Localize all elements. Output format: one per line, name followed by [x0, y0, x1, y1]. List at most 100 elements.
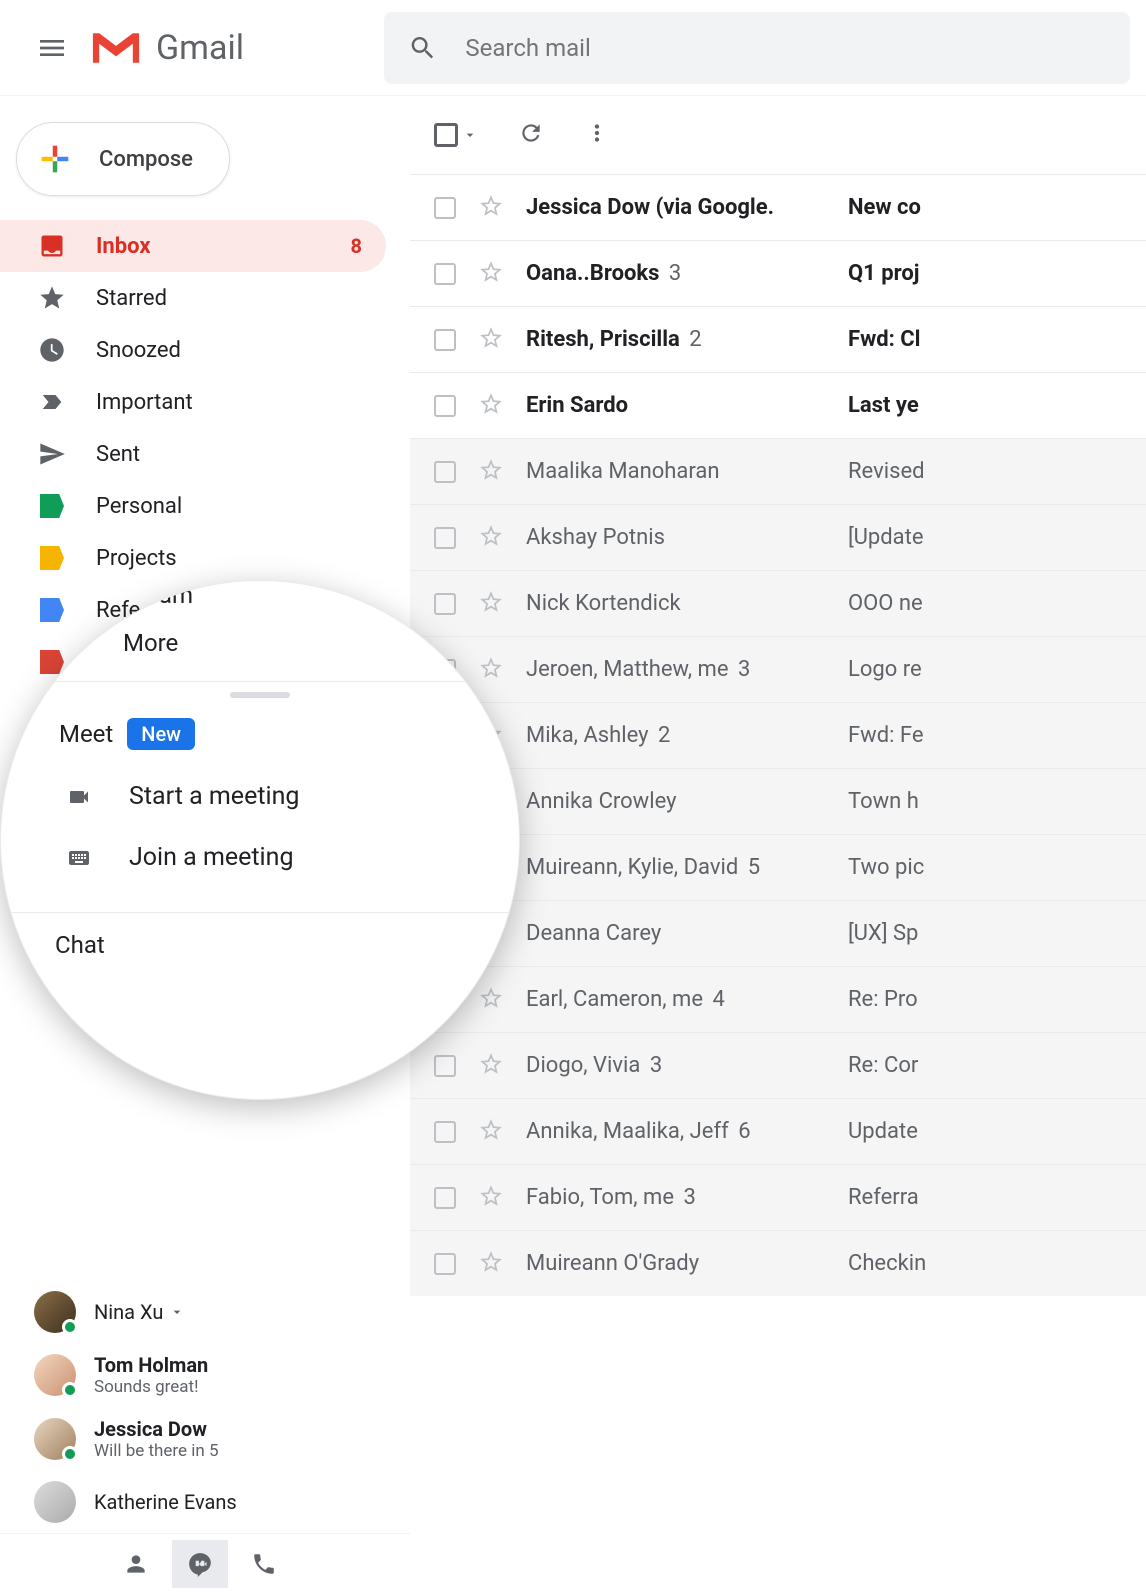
- email-row[interactable]: Fabio, Tom, me 3 Referra: [410, 1164, 1146, 1230]
- more-button[interactable]: [584, 120, 610, 150]
- footer-tabs: [0, 1533, 410, 1593]
- refresh-icon: [518, 120, 544, 146]
- email-checkbox[interactable]: [434, 1121, 456, 1143]
- star-button[interactable]: [478, 1051, 504, 1081]
- gmail-logo[interactable]: Gmail: [88, 27, 244, 69]
- clock-icon: [38, 336, 66, 364]
- email-row[interactable]: Akshay Potnis [Update: [410, 504, 1146, 570]
- email-sender: Nick Kortendick: [526, 591, 826, 616]
- magnified-overlay: Team More Meet New Start a meeting Join …: [0, 580, 520, 1100]
- sidebar-item-inbox[interactable]: Inbox 8: [0, 220, 386, 272]
- email-sender: Akshay Potnis: [526, 525, 826, 550]
- search-bar[interactable]: [384, 12, 1130, 84]
- email-sender: Muireann O'Grady: [526, 1251, 826, 1276]
- star-button[interactable]: [478, 985, 504, 1015]
- sidebar-item-important[interactable]: Important: [0, 376, 386, 428]
- email-row[interactable]: Jeroen, Matthew, me 3 Logo re: [410, 636, 1146, 702]
- sidebar-item-starred[interactable]: Starred: [0, 272, 386, 324]
- sidebar-item-sent[interactable]: Sent: [0, 428, 386, 480]
- email-sender: Earl, Cameron, me 4: [526, 987, 826, 1012]
- email-list: Jessica Dow (via Google. New co Oana..Br…: [410, 174, 1146, 1296]
- star-button[interactable]: [478, 457, 504, 487]
- email-sender: Mika, Ashley 2: [526, 723, 826, 748]
- chat-contact-row[interactable]: Jessica Dow Will be there in 5: [0, 1407, 410, 1471]
- start-meeting-button[interactable]: Start a meeting: [1, 766, 519, 827]
- email-checkbox[interactable]: [434, 1055, 456, 1077]
- main-menu-button[interactable]: [28, 24, 76, 72]
- chat-contact-row[interactable]: Tom Holman Sounds great!: [0, 1343, 410, 1407]
- email-sender: Maalika Manoharan: [526, 459, 826, 484]
- star-button[interactable]: [478, 259, 504, 289]
- email-subject: Town h: [848, 789, 919, 814]
- email-checkbox[interactable]: [434, 197, 456, 219]
- contacts-tab[interactable]: [108, 1540, 164, 1588]
- chat-contact-name: Tom Holman: [94, 1353, 208, 1377]
- star-button[interactable]: [478, 589, 504, 619]
- email-checkbox[interactable]: [434, 593, 456, 615]
- email-row[interactable]: Oana..Brooks 3 Q1 proj: [410, 240, 1146, 306]
- email-row[interactable]: Diogo, Vivia 3 Re: Cor: [410, 1032, 1146, 1098]
- presence-indicator: [62, 1319, 78, 1335]
- email-row[interactable]: Muireann, Kylie, David 5 Two pic: [410, 834, 1146, 900]
- email-row[interactable]: Erin Sardo Last ye: [410, 372, 1146, 438]
- email-subject: Q1 proj: [848, 261, 920, 286]
- email-subject: Logo re: [848, 657, 922, 682]
- keyboard-icon: [63, 846, 95, 870]
- email-checkbox[interactable]: [434, 329, 456, 351]
- star-outline-icon: [478, 1249, 504, 1275]
- inbox-icon: [38, 232, 66, 260]
- email-checkbox[interactable]: [434, 263, 456, 285]
- email-row[interactable]: Mika, Ashley 2 Fwd: Fe: [410, 702, 1146, 768]
- star-button[interactable]: [478, 655, 504, 685]
- star-button[interactable]: [478, 523, 504, 553]
- label-icon: [38, 492, 66, 520]
- email-checkbox[interactable]: [434, 461, 456, 483]
- chat-contact-row[interactable]: Katherine Evans: [0, 1471, 410, 1533]
- drag-handle[interactable]: [230, 692, 290, 698]
- search-icon: [408, 32, 437, 64]
- star-button[interactable]: [478, 1183, 504, 1213]
- email-checkbox[interactable]: [434, 1187, 456, 1209]
- hangouts-tab[interactable]: [172, 1540, 228, 1588]
- star-button[interactable]: [478, 1117, 504, 1147]
- email-checkbox[interactable]: [434, 1253, 456, 1275]
- refresh-button[interactable]: [518, 120, 544, 150]
- chat-self-row[interactable]: Nina Xu: [0, 1281, 410, 1343]
- email-checkbox[interactable]: [434, 527, 456, 549]
- email-row[interactable]: Annika Crowley Town h: [410, 768, 1146, 834]
- meet-title: Meet: [59, 720, 113, 748]
- email-row[interactable]: Jessica Dow (via Google. New co: [410, 174, 1146, 240]
- email-sender: Fabio, Tom, me 3: [526, 1185, 826, 1210]
- sidebar-item-projects[interactable]: Projects: [0, 532, 386, 584]
- email-subject: Revised: [848, 459, 925, 484]
- nav-label: Sent: [96, 442, 362, 467]
- search-input[interactable]: [465, 34, 1106, 62]
- email-row[interactable]: Muireann O'Grady Checkin: [410, 1230, 1146, 1296]
- email-row[interactable]: Maalika Manoharan Revised: [410, 438, 1146, 504]
- join-meeting-button[interactable]: Join a meeting: [1, 827, 519, 888]
- compose-button[interactable]: Compose: [16, 122, 230, 196]
- email-row[interactable]: Earl, Cameron, me 4 Re: Pro: [410, 966, 1146, 1032]
- email-row[interactable]: Ritesh, Priscilla 2 Fwd: Cl: [410, 306, 1146, 372]
- sidebar-item-snoozed[interactable]: Snoozed: [0, 324, 386, 376]
- compose-label: Compose: [99, 147, 193, 172]
- star-button[interactable]: [478, 325, 504, 355]
- sidebar-item-personal[interactable]: Personal: [0, 480, 386, 532]
- chat-preview: Sounds great!: [94, 1377, 208, 1397]
- nav-label: Personal: [96, 494, 362, 519]
- email-subject: Update: [848, 1119, 918, 1144]
- phone-tab[interactable]: [236, 1540, 292, 1588]
- email-row[interactable]: Annika, Maalika, Jeff 6 Update: [410, 1098, 1146, 1164]
- email-sender: Jeroen, Matthew, me 3: [526, 657, 826, 682]
- star-button[interactable]: [478, 1249, 504, 1279]
- star-button[interactable]: [478, 391, 504, 421]
- star-outline-icon: [478, 193, 504, 219]
- select-all-checkbox[interactable]: [434, 123, 478, 147]
- email-checkbox[interactable]: [434, 395, 456, 417]
- more-vert-icon: [584, 120, 610, 146]
- email-row[interactable]: Deanna Carey [UX] Sp: [410, 900, 1146, 966]
- star-outline-icon: [478, 523, 504, 549]
- avatar: [34, 1291, 76, 1333]
- star-button[interactable]: [478, 193, 504, 223]
- email-row[interactable]: Nick Kortendick OOO ne: [410, 570, 1146, 636]
